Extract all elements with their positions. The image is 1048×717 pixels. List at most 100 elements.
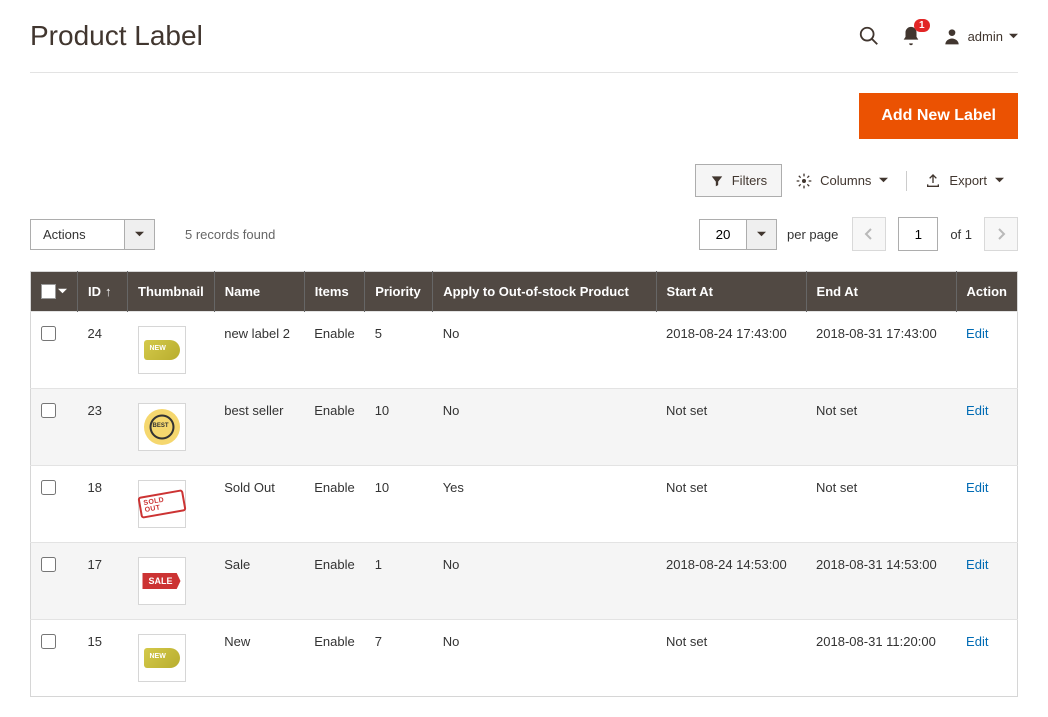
label-thumbnail-new	[144, 648, 180, 668]
cell-thumbnail	[138, 326, 186, 374]
cell-apply-oos: No	[433, 389, 656, 466]
col-items[interactable]: Items	[304, 272, 364, 312]
cell-id: 17	[78, 543, 128, 620]
cell-name: best seller	[214, 389, 304, 466]
cell-priority: 10	[365, 466, 433, 543]
cell-thumbnail	[138, 634, 186, 682]
cell-apply-oos: No	[433, 312, 656, 389]
search-icon	[858, 25, 880, 47]
cell-items: Enable	[304, 620, 364, 697]
export-icon	[925, 173, 941, 189]
next-page-button[interactable]	[984, 217, 1018, 251]
filters-button[interactable]: Filters	[695, 164, 782, 197]
row-checkbox[interactable]	[41, 634, 56, 649]
cell-id: 23	[78, 389, 128, 466]
select-all-checkbox[interactable]	[41, 284, 67, 299]
row-checkbox[interactable]	[41, 480, 56, 495]
cell-start-at: Not set	[656, 620, 806, 697]
cell-start-at: Not set	[656, 466, 806, 543]
chevron-left-icon	[864, 227, 874, 241]
cell-priority: 5	[365, 312, 433, 389]
col-action[interactable]: Action	[956, 272, 1017, 312]
cell-priority: 7	[365, 620, 433, 697]
notifications-button[interactable]: 1	[900, 25, 922, 47]
caret-down-icon	[58, 287, 67, 296]
page-title: Product Label	[30, 20, 203, 52]
cell-apply-oos: No	[433, 543, 656, 620]
notification-badge: 1	[914, 19, 930, 32]
label-thumbnail-best	[144, 409, 180, 445]
actions-dropdown[interactable]: Actions	[30, 219, 155, 250]
col-thumbnail[interactable]: Thumbnail	[128, 272, 215, 312]
page-total: of 1	[950, 227, 972, 242]
cell-start-at: 2018-08-24 14:53:00	[656, 543, 806, 620]
cell-name: Sale	[214, 543, 304, 620]
user-icon	[942, 26, 962, 46]
col-id[interactable]: ID↑	[78, 272, 128, 312]
cell-end-at: Not set	[806, 466, 956, 543]
per-page-label: per page	[787, 227, 838, 242]
caret-down-icon	[1009, 32, 1018, 41]
current-page-input[interactable]	[898, 217, 938, 251]
col-apply-oos[interactable]: Apply to Out-of-stock Product	[433, 272, 656, 312]
edit-link[interactable]: Edit	[966, 557, 988, 572]
cell-thumbnail: SOLD OUT	[138, 480, 186, 528]
per-page-dropdown-toggle[interactable]	[747, 219, 777, 250]
label-thumbnail-sale: SALE	[142, 573, 180, 589]
table-row: 24new label 2Enable5No2018-08-24 17:43:0…	[31, 312, 1018, 389]
caret-down-icon	[757, 230, 766, 239]
col-name[interactable]: Name	[214, 272, 304, 312]
cell-name: Sold Out	[214, 466, 304, 543]
cell-apply-oos: No	[433, 620, 656, 697]
row-checkbox[interactable]	[41, 557, 56, 572]
export-button[interactable]: Export	[911, 165, 1018, 197]
funnel-icon	[710, 174, 724, 188]
cell-priority: 1	[365, 543, 433, 620]
cell-thumbnail	[138, 403, 186, 451]
prev-page-button[interactable]	[852, 217, 886, 251]
cell-id: 18	[78, 466, 128, 543]
sort-asc-icon: ↑	[105, 284, 112, 299]
edit-link[interactable]: Edit	[966, 326, 988, 341]
edit-link[interactable]: Edit	[966, 403, 988, 418]
col-end-at[interactable]: End At	[806, 272, 956, 312]
cell-items: Enable	[304, 312, 364, 389]
per-page-input[interactable]	[699, 219, 747, 250]
label-thumbnail-soldout: SOLD OUT	[137, 489, 186, 519]
columns-button[interactable]: Columns	[782, 165, 902, 197]
user-menu[interactable]: admin	[942, 26, 1018, 46]
caret-down-icon	[135, 230, 144, 239]
col-priority[interactable]: Priority	[365, 272, 433, 312]
cell-items: Enable	[304, 543, 364, 620]
table-row: 23best sellerEnable10NoNot setNot setEdi…	[31, 389, 1018, 466]
cell-id: 24	[78, 312, 128, 389]
records-found: 5 records found	[185, 227, 275, 242]
caret-down-icon	[995, 176, 1004, 185]
col-start-at[interactable]: Start At	[656, 272, 806, 312]
cell-items: Enable	[304, 466, 364, 543]
username: admin	[968, 29, 1003, 44]
edit-link[interactable]: Edit	[966, 480, 988, 495]
chevron-right-icon	[996, 227, 1006, 241]
cell-name: New	[214, 620, 304, 697]
actions-dropdown-toggle[interactable]	[125, 219, 155, 250]
cell-end-at: Not set	[806, 389, 956, 466]
search-button[interactable]	[858, 25, 880, 47]
cell-priority: 10	[365, 389, 433, 466]
data-grid: ID↑ Thumbnail Name Items Priority Apply …	[30, 271, 1018, 697]
table-row: 15NewEnable7NoNot set2018-08-31 11:20:00…	[31, 620, 1018, 697]
edit-link[interactable]: Edit	[966, 634, 988, 649]
cell-thumbnail: SALE	[138, 557, 186, 605]
cell-end-at: 2018-08-31 11:20:00	[806, 620, 956, 697]
gear-icon	[796, 173, 812, 189]
cell-items: Enable	[304, 389, 364, 466]
row-checkbox[interactable]	[41, 403, 56, 418]
cell-end-at: 2018-08-31 14:53:00	[806, 543, 956, 620]
label-thumbnail-new	[144, 340, 180, 360]
cell-start-at: Not set	[656, 389, 806, 466]
caret-down-icon	[879, 176, 888, 185]
add-new-label-button[interactable]: Add New Label	[859, 93, 1018, 139]
table-row: 17 SALE SaleEnable1No2018-08-24 14:53:0020…	[31, 543, 1018, 620]
cell-apply-oos: Yes	[433, 466, 656, 543]
row-checkbox[interactable]	[41, 326, 56, 341]
